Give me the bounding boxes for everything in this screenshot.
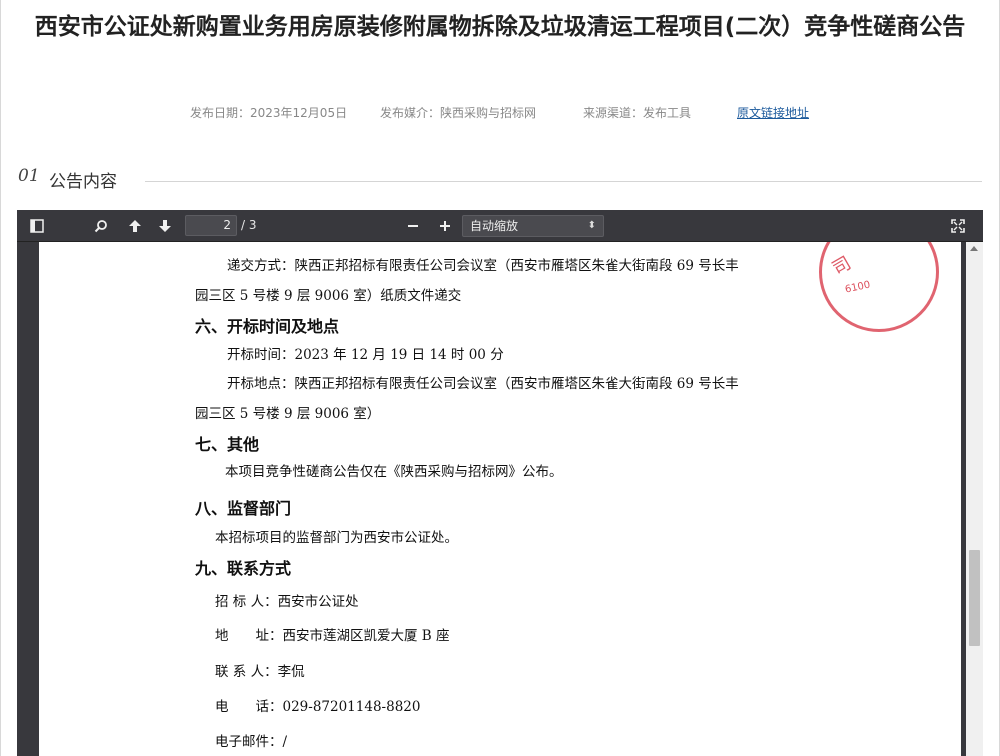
pdf-page: 司 6100 递交方式：陕西正邦招标有限责任公司会议室（西安市雁塔区朱雀大街南段… — [39, 242, 961, 756]
heading-contact: 九、联系方式 — [195, 559, 292, 578]
scrollbar-thumb[interactable] — [969, 550, 980, 646]
search-icon[interactable] — [89, 214, 113, 238]
pdf-toolbar: 2 / 3 自动缩放 ⬍ — [17, 210, 983, 242]
page-title: 西安市公证处新购置业务用房原装修附属物拆除及垃圾清运工程项目(二次）竞争性磋商公… — [34, 14, 966, 40]
contact-person: 联 系 人：李侃 — [215, 664, 305, 680]
document-area[interactable]: 司 6100 递交方式：陕西正邦招标有限责任公司会议室（西安市雁塔区朱雀大街南段… — [17, 242, 983, 756]
page-total: / 3 — [241, 218, 257, 232]
sidebar-toggle-icon[interactable] — [25, 214, 49, 238]
previous-page-icon[interactable] — [123, 214, 147, 238]
article-meta: 发布日期：2023年12月05日 发布媒介：陕西采购与招标网 来源渠道：发布工具… — [0, 104, 1000, 124]
zoom-select-value: 自动缩放 — [470, 219, 519, 233]
next-page-icon[interactable] — [153, 214, 177, 238]
other-text: 本项目竞争性磋商公告仅在《陕西采购与招标网》公布。 — [225, 464, 563, 480]
source-channel: 来源渠道：发布工具 — [583, 106, 692, 120]
delivery-method-line-2: 园三区 5 号楼 9 层 9006 室）纸质文件递交 — [195, 288, 462, 304]
section-label: 公告内容 — [49, 172, 117, 192]
section-divider — [145, 181, 982, 182]
heading-supervision: 八、监督部门 — [195, 499, 292, 518]
opening-time: 开标时间：2023 年 12 月 19 日 14 时 00 分 — [227, 347, 504, 363]
heading-other: 七、其他 — [195, 435, 260, 454]
page-number-input[interactable]: 2 — [185, 215, 237, 236]
section-number: 01 — [18, 166, 40, 186]
publish-media: 发布媒介：陕西采购与招标网 — [380, 106, 537, 120]
contact-phone: 电 话：029-87201148-8820 — [215, 699, 421, 715]
opening-location-line-1: 开标地点：陕西正邦招标有限责任公司会议室（西安市雁塔区朱雀大街南段 69 号长丰 — [227, 376, 739, 392]
source-link[interactable]: 原文链接地址 — [737, 104, 809, 121]
heading-opening: 六、开标时间及地点 — [195, 317, 340, 336]
contact-email: 电子邮件：/ — [215, 734, 288, 750]
scroll-up-icon[interactable] — [970, 246, 978, 251]
chevron-updown-icon: ⬍ — [587, 220, 596, 231]
zoom-in-icon[interactable] — [433, 214, 457, 238]
contact-address: 地 址：西安市莲湖区凯爱大厦 B 座 — [215, 628, 450, 644]
opening-location-line-2: 园三区 5 号楼 9 层 9006 室） — [195, 406, 381, 422]
contact-tenderer: 招 标 人：西安市公证处 — [215, 594, 359, 610]
delivery-method-line-1: 递交方式：陕西正邦招标有限责任公司会议室（西安市雁塔区朱雀大街南段 69 号长丰 — [227, 258, 739, 274]
pdf-viewer: 2 / 3 自动缩放 ⬍ 司 6100 递交方式：陕西正邦招标有限责任公司会议室… — [17, 210, 983, 756]
fullscreen-icon[interactable] — [946, 214, 970, 238]
zoom-select[interactable]: 自动缩放 ⬍ — [462, 215, 604, 237]
supervision-text: 本招标项目的监督部门为西安市公证处。 — [215, 530, 458, 546]
vertical-scrollbar[interactable] — [966, 242, 983, 756]
publish-date: 发布日期：2023年12月05日 — [190, 106, 348, 120]
zoom-out-icon[interactable] — [401, 214, 425, 238]
